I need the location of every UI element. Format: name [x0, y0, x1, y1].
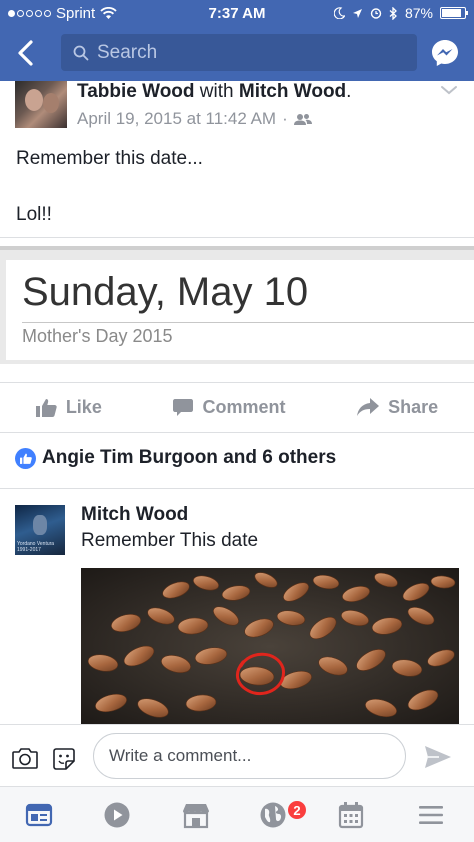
bottom-tab-bar: 2 [0, 786, 474, 842]
divider [0, 432, 474, 433]
avatar-caption: Yordano Ventura 1991-2017 [17, 541, 55, 553]
like-icon [35, 398, 57, 417]
calendar-date-card: Sunday, May 10 Mother's Day 2015 [6, 260, 474, 360]
back-button[interactable] [12, 38, 40, 68]
marketplace-icon [183, 804, 209, 829]
divider [0, 488, 474, 489]
card-date-text: Sunday, May 10 [22, 270, 309, 314]
moon-icon [333, 7, 345, 19]
post-options-button[interactable] [440, 83, 458, 101]
divider [0, 237, 474, 238]
post-author-line: Tabbie Wood with Mitch Wood. [77, 81, 351, 103]
back-arrow-icon [18, 40, 33, 66]
tab-notifications[interactable] [259, 801, 289, 831]
like-label: Like [65, 396, 102, 417]
battery-icon [440, 7, 468, 19]
search-input[interactable] [97, 41, 397, 64]
commenter-avatar[interactable]: Yordano Ventura 1991-2017 [15, 505, 65, 555]
share-label: Share [388, 396, 439, 417]
post-text-line: Lol!! [16, 204, 52, 225]
post-body: Remember this date... Lol!! [16, 145, 203, 257]
post-image[interactable]: Sunday, May 10 Mother's Day 2015 [0, 246, 474, 364]
camera-icon [12, 748, 38, 769]
tab-marketplace[interactable] [181, 801, 211, 831]
sticker-button[interactable] [52, 747, 76, 776]
send-icon [425, 746, 451, 768]
search-icon [73, 45, 89, 60]
globe-notifications-icon [260, 802, 286, 828]
post-actions: Like Comment Share [0, 383, 474, 431]
post-timestamp[interactable]: April 19, 2015 at 11:42 AM [77, 109, 276, 129]
sticker-icon [53, 748, 75, 770]
messenger-button[interactable] [430, 38, 460, 68]
tab-video[interactable] [103, 801, 133, 831]
reactions-text: Angie Tim Burgoon and 6 others [42, 447, 337, 468]
messenger-icon [432, 40, 458, 66]
tagged-friend-link[interactable]: Mitch Wood [239, 81, 346, 102]
comment-text: Remember This date [81, 530, 259, 551]
menu-icon [419, 806, 443, 824]
comment-composer [0, 724, 474, 786]
comment-photo[interactable] [81, 568, 459, 725]
tab-menu[interactable] [417, 801, 447, 831]
status-icons: 87% [333, 5, 468, 21]
post-text-line: Remember this date... [16, 148, 203, 169]
notifications-badge: 2 [286, 799, 308, 821]
status-bar: Sprint 7:37 AM 87% [0, 0, 474, 26]
like-reaction-icon [15, 447, 36, 469]
top-navigation-bar [0, 26, 474, 81]
share-icon [357, 398, 380, 416]
comment-input[interactable] [93, 733, 406, 779]
meta-separator: · [282, 109, 288, 128]
post-meta: April 19, 2015 at 11:42 AM · [77, 109, 312, 129]
tab-events[interactable] [338, 801, 368, 831]
video-icon [104, 802, 130, 828]
post-header: Tabbie Wood with Mitch Wood. April 19, 2… [0, 81, 474, 139]
with-text: with [199, 81, 234, 102]
comment-label: Comment [202, 396, 286, 417]
period-text: . [346, 81, 352, 102]
tab-news-feed[interactable] [25, 801, 55, 831]
alarm-icon [370, 8, 382, 19]
camera-button[interactable] [12, 747, 38, 774]
location-icon [352, 8, 362, 18]
commenter-name-link[interactable]: Mitch Wood [81, 504, 188, 526]
almonds-photo [81, 568, 459, 725]
author-name-link[interactable]: Tabbie Wood [77, 81, 195, 102]
comment-button[interactable]: Comment [173, 396, 286, 418]
reactions-summary[interactable]: Angie Tim Burgoon and 6 others [15, 447, 336, 469]
card-underline [22, 322, 474, 323]
calendar-icon [338, 802, 364, 829]
share-button[interactable]: Share [357, 397, 438, 418]
bluetooth-icon [389, 6, 397, 20]
battery-percent: 87% [404, 5, 433, 21]
chevron-down-icon [441, 86, 457, 95]
author-avatar[interactable] [15, 81, 67, 128]
search-bar[interactable] [61, 34, 417, 71]
like-button[interactable]: Like [35, 396, 102, 418]
friends-audience-icon [293, 113, 312, 125]
comment-icon [173, 398, 194, 416]
news-feed-icon [25, 803, 53, 827]
send-button[interactable] [424, 745, 452, 774]
card-subtitle-text: Mother's Day 2015 [22, 326, 173, 346]
